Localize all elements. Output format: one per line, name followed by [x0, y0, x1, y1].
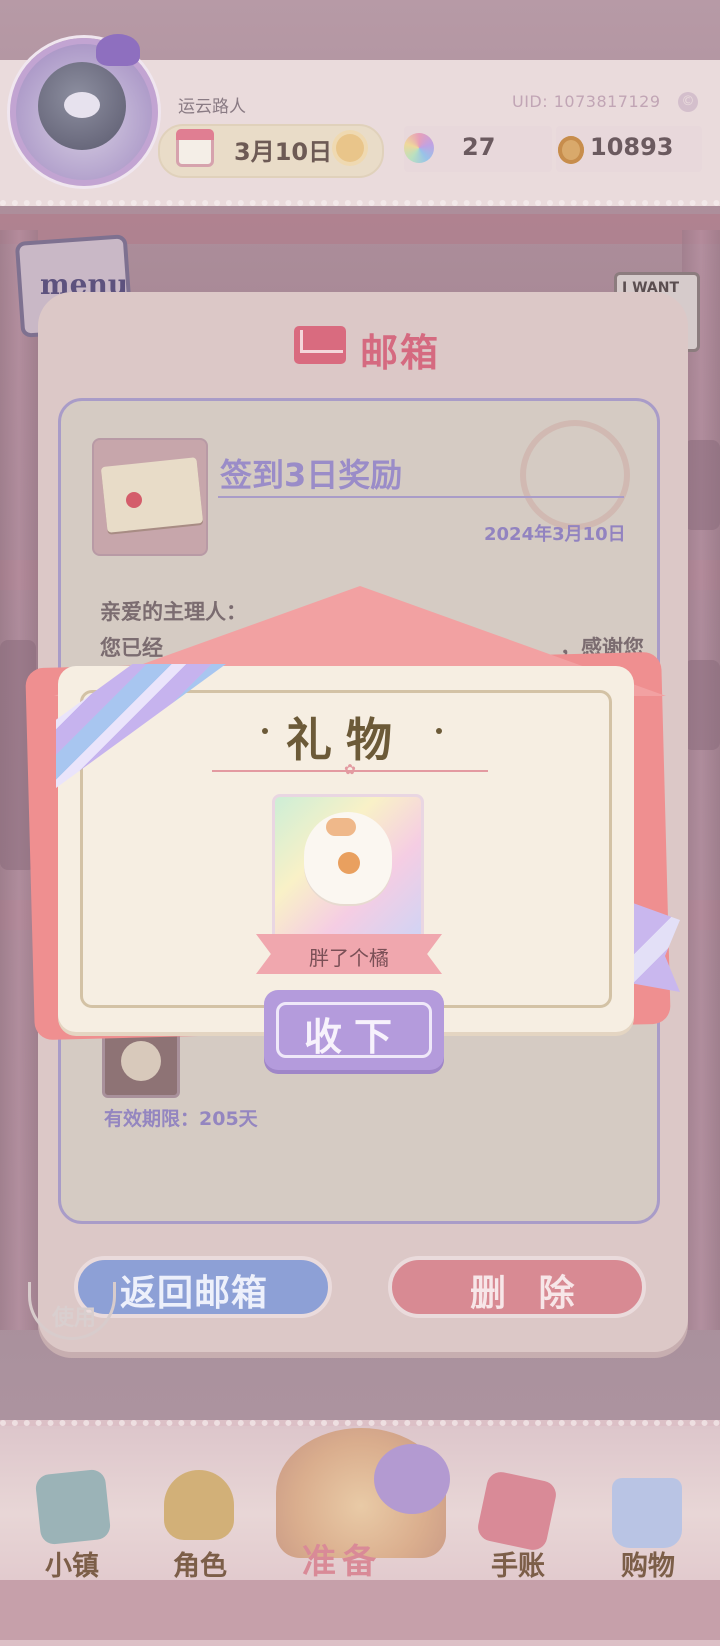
gift-title: 礼物	[286, 713, 406, 767]
use-label[interactable]: 使用	[52, 1300, 96, 1332]
coin-count: 10893	[590, 133, 674, 161]
gift-item-name: 胖了个橘	[309, 946, 389, 970]
nav-item-character[interactable]: 角色	[150, 1544, 250, 1583]
date-text: 3月10日	[234, 138, 333, 166]
mail-greeting: 亲爱的主理人：	[100, 600, 247, 624]
mail-subject: 签到3日奖励	[220, 456, 403, 494]
right-shelf-decoration-2	[684, 660, 720, 750]
mail-body-start: 您已经	[100, 636, 163, 660]
attachment-reward-icon[interactable]	[102, 1028, 180, 1098]
title-dot-right	[436, 728, 442, 734]
character-icon[interactable]	[164, 1470, 234, 1540]
mail-date: 2024年3月10日	[484, 524, 626, 545]
sun-icon	[336, 134, 364, 162]
flower-ornament-icon: ✿	[344, 762, 356, 778]
bottom-navigation-base	[0, 1580, 720, 1640]
title-dot-left	[262, 728, 268, 734]
orange-cat-item-icon	[304, 812, 392, 904]
delete-mail-label[interactable]: 删 除	[470, 1264, 585, 1316]
mailbox-title: 邮箱	[360, 330, 441, 375]
back-to-mailbox-label[interactable]: 返回邮箱	[120, 1264, 268, 1316]
nav-item-town[interactable]: 小镇	[22, 1544, 122, 1583]
envelope-icon	[294, 326, 346, 364]
postmark-stamp-icon	[520, 420, 630, 530]
map-icon[interactable]	[34, 1468, 112, 1546]
calendar-icon	[176, 129, 214, 167]
journal-icon[interactable]	[475, 1469, 559, 1553]
mushroom-icon	[96, 34, 140, 66]
gem-count: 27	[462, 133, 496, 161]
right-shelf-decoration	[684, 440, 720, 530]
player-uid: UID: 1073817129	[512, 92, 661, 111]
heart-seal-icon	[126, 492, 142, 508]
nav-item-prepare[interactable]: 准备	[302, 1534, 382, 1583]
hat-icon	[374, 1444, 450, 1514]
validity-period: 有效期限：205天	[104, 1108, 258, 1130]
copy-uid-icon[interactable]: ©	[678, 92, 698, 112]
accept-gift-label[interactable]: 收下	[276, 1006, 432, 1061]
nav-item-shopping[interactable]: 购物	[598, 1544, 698, 1583]
shopping-bag-icon[interactable]	[612, 1478, 682, 1548]
nav-item-journal[interactable]: 手账	[468, 1544, 568, 1583]
subject-divider	[218, 496, 624, 498]
player-name: 运云路人	[178, 97, 246, 117]
avatar-cat-icon	[38, 62, 126, 150]
letter-card-icon	[100, 457, 204, 533]
gem-icon	[404, 133, 434, 163]
coin-icon	[558, 136, 584, 164]
